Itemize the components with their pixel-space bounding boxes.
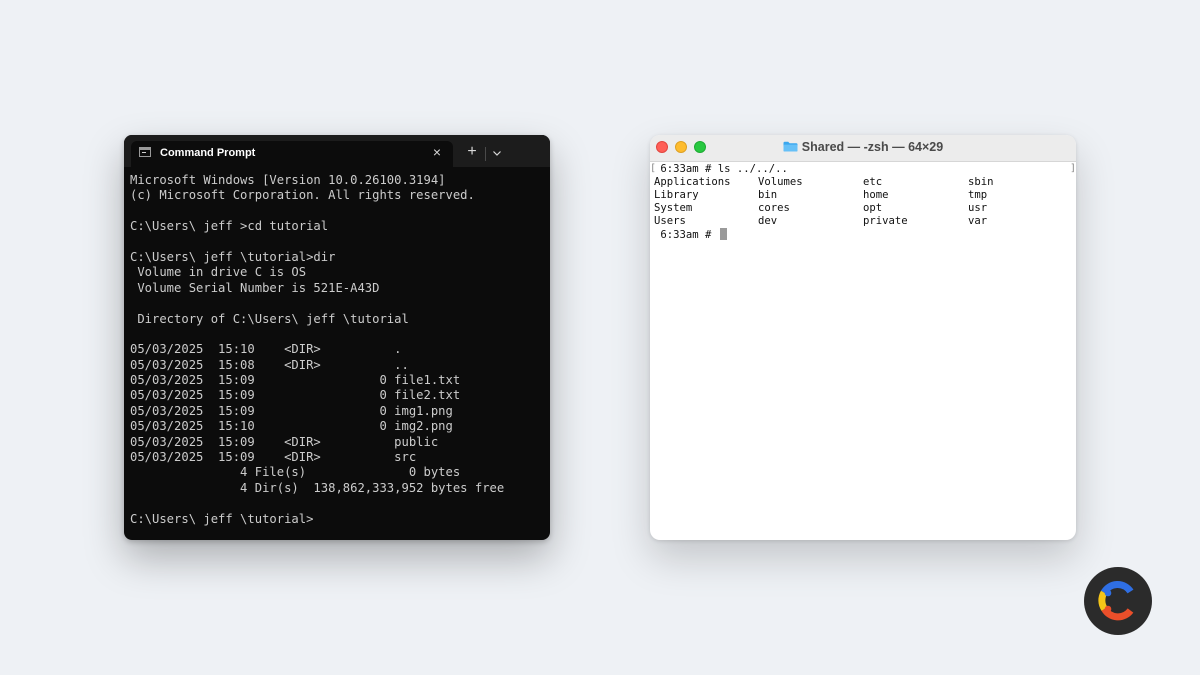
terminal-prompt-line[interactable]: 6:33am # bbox=[654, 228, 727, 242]
scroll-marker-right: ] bbox=[1070, 163, 1076, 174]
cmd-output-line bbox=[130, 235, 546, 250]
listing-entry: private bbox=[863, 215, 908, 227]
folder-icon bbox=[783, 141, 798, 152]
cmd-titlebar[interactable]: Command Prompt × + bbox=[124, 135, 550, 167]
cmd-output-line bbox=[130, 204, 546, 219]
text-cursor bbox=[719, 228, 727, 240]
terminal-title: Shared — -zsh — 64×29 bbox=[801, 140, 944, 154]
cmd-output-line bbox=[130, 496, 546, 511]
tab-close-icon[interactable]: × bbox=[429, 144, 445, 160]
listing-entry: usr bbox=[968, 202, 988, 214]
cmd-output-line bbox=[130, 296, 546, 311]
listing-entry: cores bbox=[758, 202, 790, 214]
cmd-output-line: C:\Users\ jeff \tutorial> bbox=[130, 511, 314, 526]
terminal-title-wrap: Shared — -zsh — 64×29 bbox=[650, 135, 1076, 159]
command-prompt-window[interactable]: Command Prompt × + Microsoft Windows [Ve… bbox=[124, 135, 550, 540]
listing-entry: var bbox=[968, 215, 988, 227]
listing-entry: home bbox=[863, 189, 889, 201]
listing-entry: bin bbox=[758, 189, 778, 201]
cmd-output-line: 05/03/2025 15:09 <DIR> src bbox=[130, 450, 417, 465]
new-tab-icon[interactable]: + bbox=[464, 144, 480, 160]
logo-icon bbox=[1098, 581, 1134, 621]
cmd-output-line: 05/03/2025 15:09 0 file2.txt bbox=[130, 388, 461, 403]
cmd-output-line: 05/03/2025 15:09 <DIR> public bbox=[130, 434, 439, 449]
listing-entry: opt bbox=[863, 202, 883, 214]
listing-entry: Applications bbox=[654, 176, 731, 188]
terminal-output[interactable]: [ ] 6:33am # ls ../../.. 6:33am # Applic… bbox=[650, 162, 1076, 540]
cmd-output-line: 05/03/2025 15:10 <DIR> . bbox=[130, 342, 402, 357]
brand-logo bbox=[1084, 567, 1152, 635]
cmd-output-line: Volume in drive C is OS bbox=[130, 265, 307, 280]
listing-entry: Volumes bbox=[758, 176, 803, 188]
cmd-tab-title: Command Prompt bbox=[160, 147, 256, 159]
cmd-output-line: 05/03/2025 15:08 <DIR> .. bbox=[130, 357, 409, 372]
cmd-output-line: Volume Serial Number is 521E-A43D bbox=[130, 280, 380, 295]
cmd-output-line: 4 Dir(s) 138,862,333,952 bytes free bbox=[130, 480, 505, 495]
listing-entry: tmp bbox=[968, 189, 988, 201]
cmd-output-line: 05/03/2025 15:09 0 img1.png bbox=[130, 403, 453, 418]
cmd-output-line: 4 File(s) 0 bytes bbox=[130, 465, 461, 480]
cmd-output-line: (c) Microsoft Corporation. All rights re… bbox=[130, 188, 475, 203]
listing-entry: dev bbox=[758, 215, 778, 227]
terminal-command-line: 6:33am # ls ../../.. bbox=[654, 163, 788, 175]
listing-entry: System bbox=[654, 202, 693, 214]
cmd-output-line: 05/03/2025 15:09 0 file1.txt bbox=[130, 373, 461, 388]
terminal-icon bbox=[139, 147, 151, 157]
chevron-down-icon[interactable] bbox=[490, 146, 504, 160]
terminal-prompt: 6:33am # bbox=[654, 229, 718, 241]
terminal-titlebar[interactable]: Shared — -zsh — 64×29 bbox=[650, 135, 1076, 162]
cmd-tab[interactable]: Command Prompt × bbox=[131, 141, 453, 167]
cmd-output-line bbox=[130, 327, 546, 342]
cmd-output-line: Microsoft Windows [Version 10.0.26100.31… bbox=[130, 173, 446, 187]
terminal-window[interactable]: Shared — -zsh — 64×29 [ ] 6:33am # ls ..… bbox=[650, 135, 1076, 540]
listing-entry: Users bbox=[654, 215, 686, 227]
listing-entry: etc bbox=[863, 176, 883, 188]
listing-entry: sbin bbox=[968, 176, 994, 188]
cmd-output-line: 05/03/2025 15:10 0 img2.png bbox=[130, 419, 453, 434]
cmd-output[interactable]: Microsoft Windows [Version 10.0.26100.31… bbox=[130, 173, 546, 527]
listing-entry: Library bbox=[654, 189, 699, 201]
cmd-output-line: Directory of C:\Users\ jeff \tutorial bbox=[130, 311, 409, 326]
cmd-output-line: C:\Users\ jeff >cd tutorial bbox=[130, 219, 329, 234]
titlebar-divider bbox=[485, 147, 486, 161]
cmd-output-line: C:\Users\ jeff \tutorial>dir bbox=[130, 249, 336, 264]
